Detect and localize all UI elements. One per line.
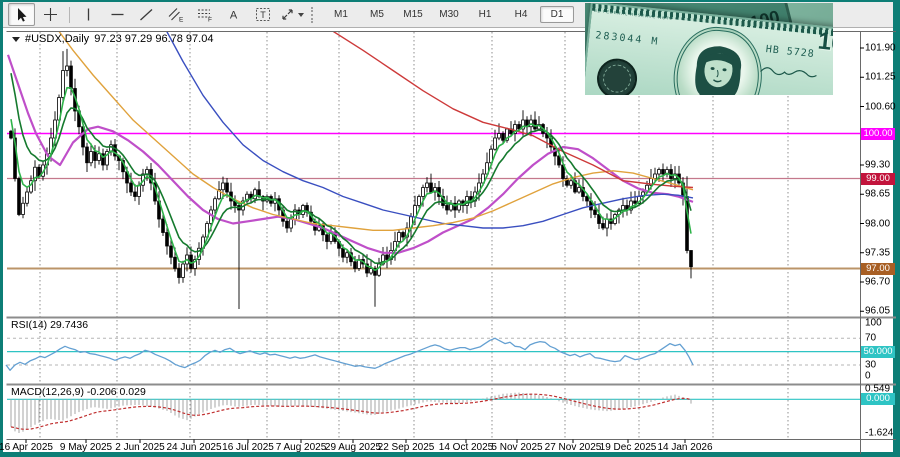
price-level-badge: 100.00 <box>861 127 895 140</box>
price-tick-label: 96.70 <box>865 276 891 288</box>
price-tick-label: 96.05 <box>865 305 891 317</box>
franklin-portrait-drawing <box>685 46 743 95</box>
rsi-scale-label: 0 <box>865 370 871 381</box>
rsi-label: RSI(14) 29.7436 <box>11 319 89 331</box>
date-tick-label: 9 May 2025 <box>59 442 113 453</box>
price-tick-label: 98.00 <box>865 218 891 229</box>
serial-number-right: HB 5728 <box>765 44 816 61</box>
price-tick-label: 97.35 <box>865 247 891 259</box>
price-tick-label: 100.60 <box>865 101 896 112</box>
date-tick-label: 29 Aug 2025 <box>324 442 382 453</box>
date-tick-label: 16 Apr 2025 <box>0 442 53 453</box>
treasurer-signature <box>760 67 817 78</box>
rsi-50-badge: 50.000 <box>861 345 895 358</box>
macd-label: MACD(12,26,9) -0.206 0.029 <box>11 386 146 398</box>
rsi-scale-label: 30 <box>865 359 877 371</box>
date-tick-label: 14 Jan 2026 <box>657 442 713 453</box>
date-tick-label: 5 Nov 2025 <box>491 442 543 453</box>
symbol-dropdown-icon[interactable] <box>12 36 20 42</box>
denomination-100-front: 100 <box>816 27 833 59</box>
date-tick-label: 22 Sep 2025 <box>377 442 435 453</box>
date-tick-label: 24 Jun 2025 <box>166 442 222 453</box>
dollar-bills-photo: 100 B2 FEDERAL RESERVE NOTE 283044 M HB … <box>585 3 833 95</box>
date-tick-label: 19 Dec 2025 <box>599 442 657 453</box>
price-level-badge: 99.00 <box>861 172 895 185</box>
macd-zero-badge: 0.000 <box>861 393 895 406</box>
foreground-dollar-bill: B2 FEDERAL RESERVE NOTE 283044 M HB 5728… <box>585 3 833 95</box>
date-tick-label: 27 Nov 2025 <box>544 442 602 453</box>
date-tick-label: 14 Oct 2025 <box>438 442 494 453</box>
price-tick-label: 101.90 <box>865 42 896 54</box>
macd-scale-bottom-label: -1.624 <box>865 427 894 439</box>
rsi-scale-label: 100 <box>865 317 882 329</box>
date-tick-label: 16 Jul 2025 <box>222 442 274 453</box>
serial-number-left: 283044 M <box>594 30 660 48</box>
date-tick-label: 2 Jun 2025 <box>115 442 165 453</box>
chart-title: #USDX,Daily 97.23 97.29 96.78 97.04 <box>12 33 213 45</box>
franklin-portrait <box>668 22 767 95</box>
price-tick-label: 101.25 <box>865 71 896 83</box>
mt4-chart-window: EFATM1M5M15M30H1H4D1W1MN #USDX,Daily 97.… <box>0 0 900 457</box>
symbol-period-label: #USDX,Daily <box>25 33 90 45</box>
ohlc-values: 97.23 97.29 96.78 97.04 <box>94 33 214 45</box>
rsi-scale-label: 70 <box>865 332 877 344</box>
price-level-badge: 97.00 <box>861 262 895 275</box>
price-tick-label: 98.65 <box>865 188 891 200</box>
federal-reserve-seal <box>595 56 640 95</box>
date-tick-label: 7 Aug 2025 <box>275 442 327 453</box>
price-tick-label: 99.30 <box>865 159 891 171</box>
